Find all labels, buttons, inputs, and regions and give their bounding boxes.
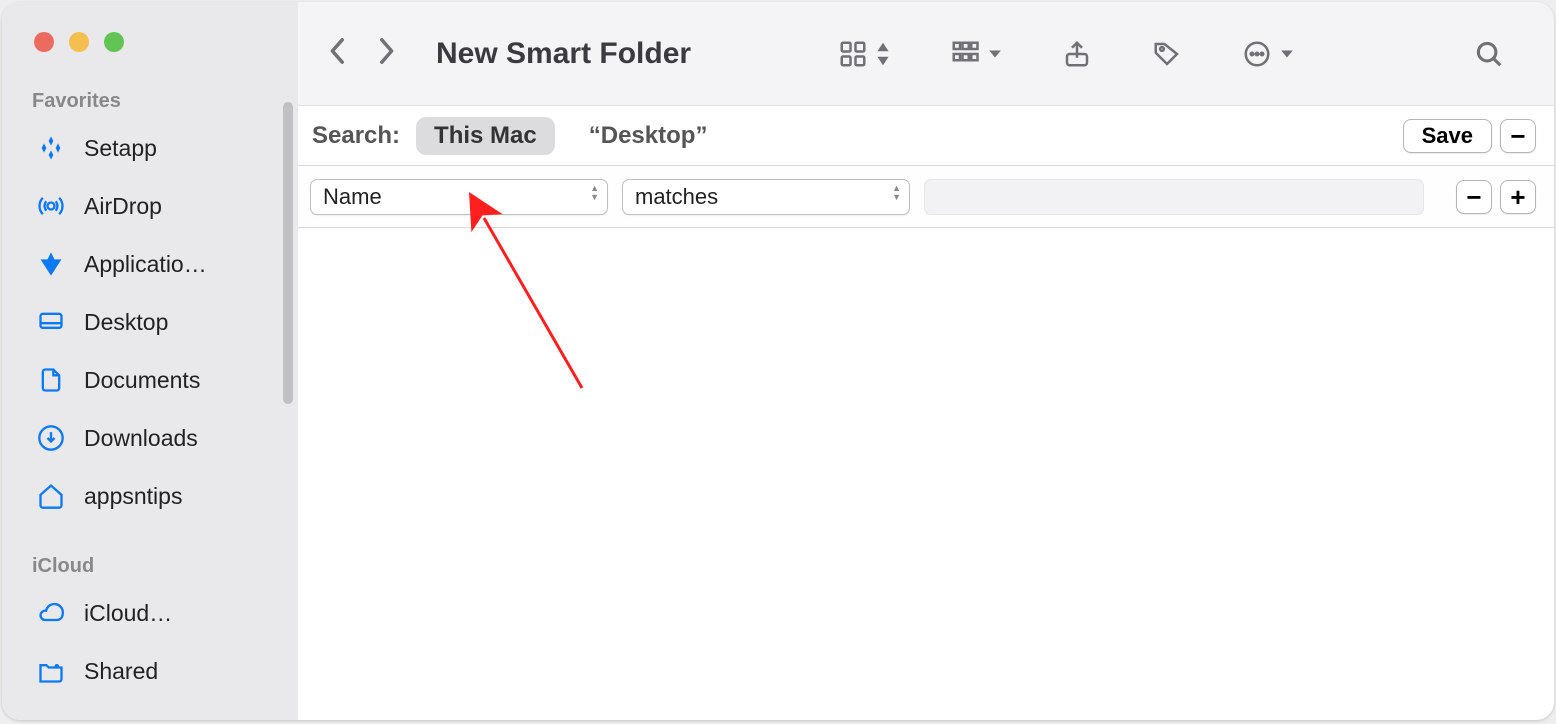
stepper-icon: ▲▼: [590, 184, 599, 202]
shared-folder-icon: [36, 656, 66, 686]
view-mode-button[interactable]: [828, 39, 900, 69]
scope-this-mac[interactable]: This Mac: [416, 117, 555, 155]
sidebar-item-airdrop[interactable]: AirDrop: [2, 177, 298, 235]
sidebar-item-label: Applicatio…: [84, 251, 207, 278]
filter-criterion-row: Name ▲▼ matches ▲▼ − +: [298, 166, 1554, 228]
sidebar-item-setapp[interactable]: Setapp: [2, 119, 298, 177]
scope-current-folder[interactable]: “Desktop”: [571, 117, 726, 155]
search-label: Search:: [312, 122, 400, 150]
downloads-icon: [36, 423, 66, 453]
zoom-window-button[interactable]: [104, 32, 124, 52]
desktop-icon: [36, 307, 66, 337]
filter-operator-dropdown[interactable]: matches ▲▼: [622, 179, 910, 215]
setapp-icon: [36, 133, 66, 163]
minimize-window-button[interactable]: [69, 32, 89, 52]
close-window-button[interactable]: [34, 32, 54, 52]
sidebar-item-label: iCloud…: [84, 600, 172, 627]
remove-scope-button[interactable]: −: [1500, 119, 1536, 153]
sidebar-item-label: Setapp: [84, 135, 157, 162]
sidebar-item-label: Documents: [84, 367, 200, 394]
toolbar: New Smart Folder: [298, 2, 1554, 106]
sidebar-section-icloud: iCloud… Shared: [2, 584, 298, 700]
sidebar-item-label: AirDrop: [84, 193, 162, 220]
search-scope-bar: Search: This Mac “Desktop” Save −: [298, 106, 1554, 166]
sidebar-item-applications[interactable]: Applicatio…: [2, 235, 298, 293]
filter-attribute-dropdown[interactable]: Name ▲▼: [310, 179, 608, 215]
group-by-button[interactable]: [940, 39, 1012, 69]
filter-attribute-value: Name: [323, 184, 382, 210]
toolbar-right-group: [828, 39, 1514, 69]
main-area: New Smart Folder: [298, 2, 1554, 720]
sidebar-item-label: Shared: [84, 658, 158, 685]
cloud-icon: [36, 598, 66, 628]
sidebar-item-home[interactable]: appsntips: [2, 467, 298, 525]
sidebar-item-shared[interactable]: Shared: [2, 642, 298, 700]
sidebar-section-icloud-label: iCloud: [2, 525, 298, 584]
actions-menu-button[interactable]: [1232, 39, 1304, 69]
sidebar-item-downloads[interactable]: Downloads: [2, 409, 298, 467]
sidebar: Favorites Setapp AirDrop Applicatio…: [2, 2, 298, 720]
airdrop-icon: [36, 191, 66, 221]
sidebar-item-desktop[interactable]: Desktop: [2, 293, 298, 351]
filter-value-input[interactable]: [924, 179, 1424, 215]
results-area: [298, 228, 1554, 720]
search-button[interactable]: [1464, 39, 1514, 69]
save-smart-folder-button[interactable]: Save: [1403, 119, 1492, 153]
sidebar-item-label: appsntips: [84, 483, 182, 510]
applications-icon: [36, 249, 66, 279]
forward-button[interactable]: [376, 37, 396, 70]
filter-operator-value: matches: [635, 184, 718, 210]
sidebar-item-label: Desktop: [84, 309, 168, 336]
sidebar-scrollbar[interactable]: [283, 102, 293, 404]
stepper-icon: ▲▼: [892, 184, 901, 202]
sidebar-section-favorites-label: Favorites: [2, 52, 298, 119]
share-button[interactable]: [1052, 39, 1102, 69]
finder-window: Favorites Setapp AirDrop Applicatio…: [2, 2, 1554, 720]
remove-criterion-button[interactable]: −: [1456, 180, 1492, 214]
sidebar-item-label: Downloads: [84, 425, 198, 452]
sidebar-section-favorites: Setapp AirDrop Applicatio… Desktop: [2, 119, 298, 525]
navigation-buttons: [328, 37, 396, 70]
home-icon: [36, 481, 66, 511]
sidebar-item-documents[interactable]: Documents: [2, 351, 298, 409]
back-button[interactable]: [328, 37, 348, 70]
window-controls: [2, 2, 298, 52]
tags-button[interactable]: [1142, 39, 1192, 69]
add-criterion-button[interactable]: +: [1500, 180, 1536, 214]
documents-icon: [36, 365, 66, 395]
sidebar-item-icloud-drive[interactable]: iCloud…: [2, 584, 298, 642]
window-title: New Smart Folder: [436, 37, 691, 71]
